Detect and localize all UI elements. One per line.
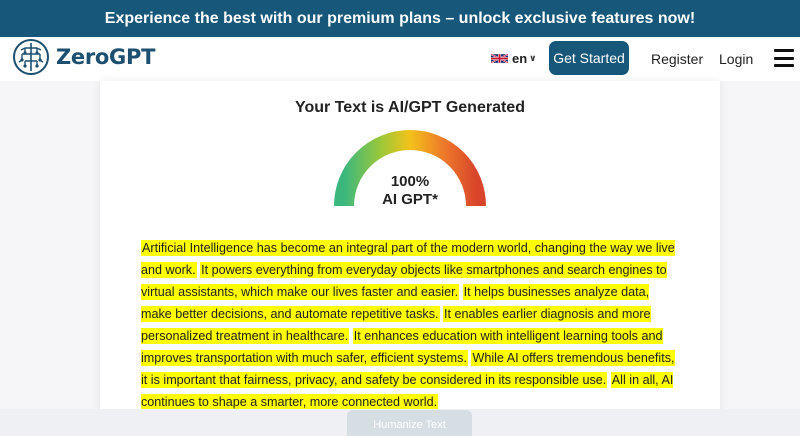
language-selector[interactable]: en ∨ bbox=[491, 51, 536, 66]
ai-percent: 100% bbox=[390, 173, 430, 190]
uk-flag-icon bbox=[491, 53, 508, 64]
top-nav: ZeroGPT en ∨ Get Started Register Login bbox=[0, 37, 800, 81]
register-link[interactable]: Register bbox=[651, 51, 703, 67]
logo[interactable]: ZeroGPT bbox=[12, 38, 155, 76]
ai-score-label: AI GPT* bbox=[382, 191, 438, 208]
language-label: en bbox=[512, 51, 528, 66]
logo-text: ZeroGPT bbox=[56, 45, 156, 69]
promo-banner[interactable]: Experience the best with our premium pla… bbox=[0, 0, 800, 37]
result-title: Your Text is AI/GPT Generated bbox=[295, 99, 525, 116]
analyzed-text: Artificial Intelligence has become an in… bbox=[141, 237, 681, 413]
hamburger-menu-icon[interactable] bbox=[774, 49, 794, 67]
humanize-text-button[interactable]: Humanize Text bbox=[347, 410, 472, 436]
result-card: Your Text is AI/GPT Generated 100% AI GP… bbox=[100, 81, 720, 421]
ai-score-readout: 100% AI GPT* bbox=[333, 173, 487, 209]
login-link[interactable]: Login bbox=[719, 51, 753, 67]
chevron-down-icon: ∨ bbox=[529, 53, 537, 63]
promo-text: Experience the best with our premium pla… bbox=[104, 9, 696, 27]
brain-logo-icon bbox=[13, 39, 49, 75]
get-started-button[interactable]: Get Started bbox=[549, 41, 629, 75]
